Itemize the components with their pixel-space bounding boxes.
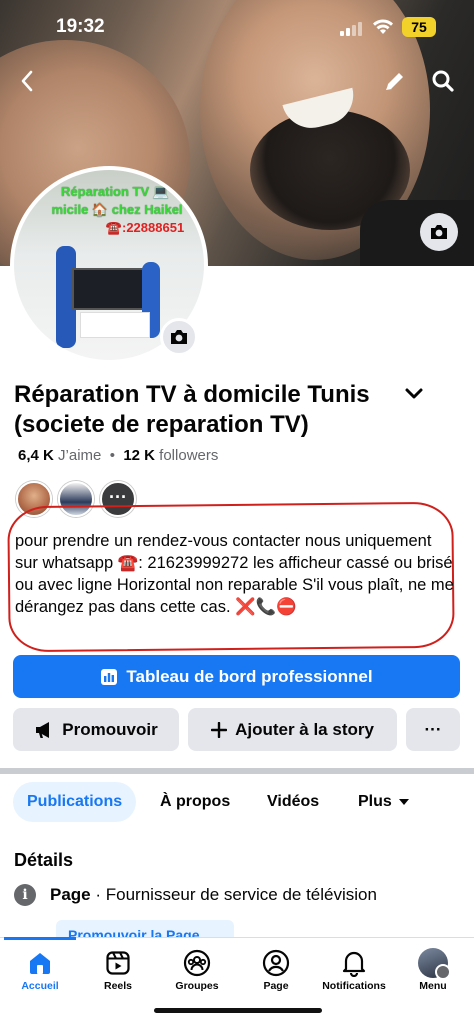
dashboard-icon [101, 668, 118, 685]
likes-label: J’aime [58, 447, 102, 464]
nav-menu-label: Menu [419, 980, 447, 992]
promote-label: Promouvoir [62, 719, 158, 739]
cover-camera-icon[interactable] [420, 213, 458, 251]
nav-page-label: Page [263, 980, 289, 992]
dashboard-label: Tableau de bord professionnel [126, 666, 373, 686]
chevron-down-icon[interactable] [402, 382, 426, 406]
followers-label: followers [159, 447, 219, 464]
tab-about[interactable]: À propos [146, 782, 244, 822]
picture-text-line1: Réparation TV 💻 [61, 184, 169, 199]
back-icon[interactable] [12, 66, 42, 96]
bell-icon [314, 946, 394, 980]
picture-text-line3: ☎️:22888651 [105, 220, 185, 235]
likes-count: 6,4 K [18, 447, 54, 464]
wifi-icon [372, 19, 394, 40]
status-time: 19:32 [56, 16, 105, 37]
reels-icon [78, 946, 158, 980]
nav-home[interactable]: Accueil [0, 946, 80, 992]
nav-groups-label: Groupes [175, 980, 219, 992]
nav-reels-label: Reels [103, 980, 133, 992]
home-indicator [154, 1008, 322, 1013]
profile-camera-icon[interactable] [160, 318, 198, 356]
profile-tabs: Publications À propos Vidéos Plus [0, 782, 474, 822]
tab-publications-label: Publications [27, 793, 123, 810]
bio-text: pour prendre un rendez-vous contacter no… [15, 532, 454, 616]
menu-avatar [418, 948, 451, 980]
section-divider [0, 768, 474, 774]
page-stats[interactable]: 6,4 K J’aime • 12 K followers [18, 447, 218, 464]
battery-indicator: 75 [402, 17, 436, 37]
status-bar: 19:32 75 [0, 0, 474, 56]
megaphone-icon [36, 721, 50, 738]
page-category: · Fournisseur de service de télévision [95, 885, 377, 904]
caret-down-icon [398, 799, 409, 805]
tab-about-label: À propos [160, 793, 231, 810]
page-type-label: Page [50, 885, 91, 904]
tv-cabinet [80, 312, 150, 338]
tab-more[interactable]: Plus [344, 782, 424, 822]
details-heading: Détails [14, 850, 74, 870]
info-icon: i [14, 884, 36, 906]
groups-icon [157, 946, 237, 980]
cellular-signal-icon [340, 22, 362, 36]
edit-pencil-icon[interactable] [380, 66, 410, 96]
add-to-story-button[interactable]: Ajouter à la story [188, 708, 397, 751]
plus-icon [211, 721, 228, 738]
promote-button[interactable]: Promouvoir [13, 708, 179, 751]
professional-dashboard-button[interactable]: Tableau de bord professionnel [13, 655, 460, 698]
tab-more-label: Plus [358, 793, 392, 810]
tab-videos-label: Vidéos [267, 793, 320, 810]
nav-home-label: Accueil [21, 980, 59, 992]
more-options-button[interactable]: ··· [406, 708, 460, 751]
nav-groups[interactable]: Groupes [157, 946, 237, 992]
nav-page[interactable]: Page [236, 946, 316, 992]
page-icon [236, 946, 316, 980]
tab-videos[interactable]: Vidéos [253, 782, 333, 822]
active-tab-indicator [4, 937, 76, 940]
nav-menu[interactable]: Menu [393, 946, 473, 992]
add-to-story-label: Ajouter à la story [235, 719, 374, 739]
page-category-row: i Page · Fournisseur de service de télév… [14, 884, 377, 906]
nav-reels[interactable]: Reels [78, 946, 158, 992]
picture-text-line2: micile 🏠 chez Haikel [51, 202, 183, 217]
followers-count: 12 K [123, 447, 155, 464]
home-icon [0, 946, 80, 980]
page-title: Réparation TV à domicile Tunis (societe … [14, 381, 370, 438]
tv-illustration [72, 268, 144, 310]
tab-publications[interactable]: Publications [13, 782, 137, 822]
search-icon[interactable] [428, 66, 458, 96]
nav-notifications[interactable]: Notifications [314, 946, 394, 992]
nav-notifications-label: Notifications [322, 980, 386, 992]
bio-section: pour prendre un rendez-vous contacter no… [7, 501, 455, 653]
